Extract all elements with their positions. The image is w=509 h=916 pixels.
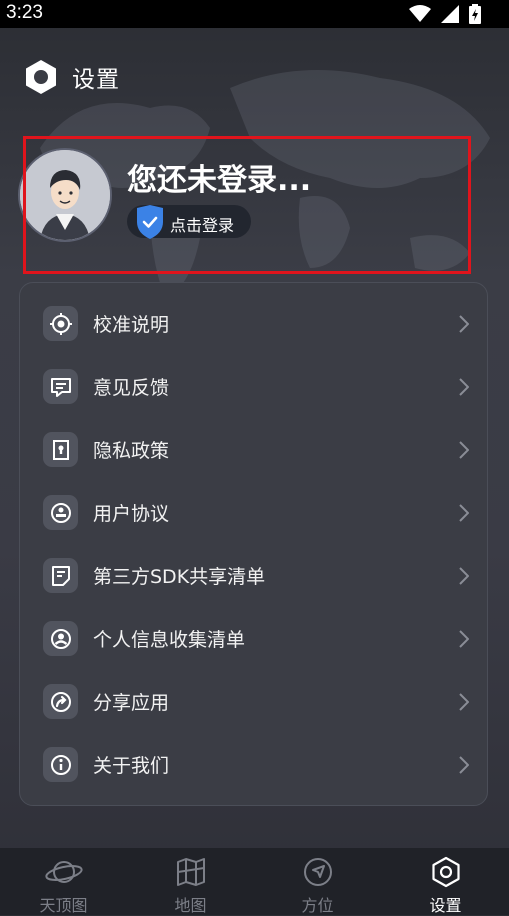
- page-header: 设置: [24, 58, 120, 96]
- settings-menu: 校准说明 意见反馈 隐私政策 用户协议 第三方SDK共享清单 个人信息收集清单: [19, 282, 488, 806]
- tab-label: 地图: [174, 896, 207, 915]
- planet-icon: [44, 861, 83, 883]
- tab-map[interactable]: 地图: [127, 848, 254, 915]
- profile-highlight-box: [23, 136, 471, 274]
- menu-item-privacy-policy[interactable]: 隐私政策: [20, 418, 489, 481]
- menu-item-label: 用户协议: [93, 503, 170, 525]
- page-title: 设置: [72, 67, 120, 93]
- menu-item-feedback[interactable]: 意见反馈: [20, 355, 489, 418]
- settings-hexagon-icon: [431, 856, 460, 888]
- chevron-right-icon: [459, 440, 469, 459]
- menu-item-label: 意见反馈: [93, 377, 170, 399]
- user-agreement-stamp-icon: [43, 495, 78, 530]
- wifi-icon: [409, 5, 431, 22]
- menu-item-about-us[interactable]: 关于我们: [20, 733, 489, 796]
- info-icon: [43, 747, 78, 782]
- tab-direction[interactable]: 方位: [254, 848, 381, 915]
- menu-item-personal-info[interactable]: 个人信息收集清单: [20, 607, 489, 670]
- menu-item-sdk-list[interactable]: 第三方SDK共享清单: [20, 544, 489, 607]
- settings-hexagon-icon: [26, 60, 56, 94]
- menu-item-label: 分享应用: [93, 692, 170, 714]
- map-icon: [176, 858, 205, 886]
- feedback-icon: [43, 369, 78, 404]
- menu-item-label: 关于我们: [93, 755, 170, 777]
- personal-info-icon: [43, 621, 78, 656]
- tab-label: 方位: [301, 896, 334, 915]
- privacy-lock-icon: [43, 432, 78, 467]
- tab-label: 设置: [429, 896, 462, 915]
- menu-item-label: 第三方SDK共享清单: [93, 566, 266, 588]
- menu-item-label: 隐私政策: [93, 440, 170, 462]
- status-time: 3:23: [6, 2, 43, 23]
- sdk-list-icon: [43, 558, 78, 593]
- chevron-right-icon: [459, 566, 469, 585]
- calibration-icon: [43, 306, 78, 341]
- battery-icon: [469, 4, 481, 24]
- compass-arrow-icon: [303, 858, 332, 886]
- menu-item-share-app[interactable]: 分享应用: [20, 670, 489, 733]
- signal-icon: [441, 5, 459, 23]
- tab-zenith[interactable]: 天顶图: [0, 848, 127, 915]
- chevron-right-icon: [459, 692, 469, 711]
- menu-item-label: 个人信息收集清单: [93, 629, 246, 651]
- chevron-right-icon: [459, 314, 469, 333]
- tab-label: 天顶图: [39, 896, 88, 915]
- chevron-right-icon: [459, 755, 469, 774]
- menu-item-label: 校准说明: [93, 314, 170, 336]
- chevron-right-icon: [459, 503, 469, 522]
- status-bar: 3:23: [0, 0, 509, 28]
- chevron-right-icon: [459, 629, 469, 648]
- share-icon: [43, 684, 78, 719]
- status-icons: [409, 4, 481, 24]
- bottom-tab-bar: 天顶图 地图 方位 设置: [0, 848, 509, 915]
- menu-item-calibration[interactable]: 校准说明: [20, 292, 489, 355]
- chevron-right-icon: [459, 377, 469, 396]
- tab-settings[interactable]: 设置: [382, 848, 509, 915]
- menu-item-user-agreement[interactable]: 用户协议: [20, 481, 489, 544]
